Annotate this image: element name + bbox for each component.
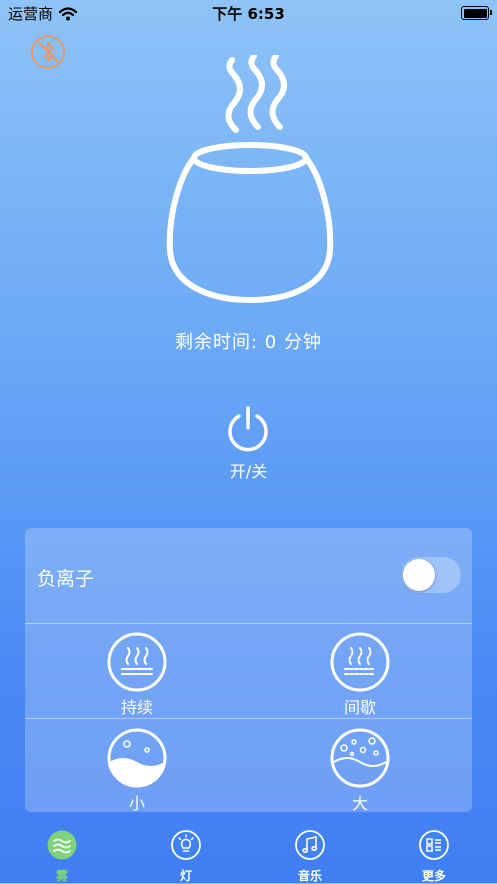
mode-large-label: 大 xyxy=(351,794,368,812)
tab-light-label: 灯 xyxy=(179,869,192,883)
negative-ion-label: 负离子 xyxy=(37,568,95,590)
mode-continuous-label: 持续 xyxy=(120,698,153,717)
power-icon[interactable] xyxy=(224,404,272,452)
tab-music[interactable]: 音乐 xyxy=(270,830,350,883)
tab-bar: 雾 灯 音乐 更多 xyxy=(0,820,497,883)
negative-ion-toggle[interactable] xyxy=(401,557,461,593)
intermittent-mist-icon xyxy=(330,632,390,692)
tab-more-label: 更多 xyxy=(421,869,446,883)
negative-ion-row: 负离子 xyxy=(25,528,472,623)
mode-intermittent-button[interactable]: 间歇 xyxy=(300,624,420,717)
tab-light[interactable]: 灯 xyxy=(146,830,226,883)
continuous-mist-icon xyxy=(107,632,167,692)
mode-intermittent-label: 间歇 xyxy=(343,698,376,717)
bluetooth-off-icon[interactable] xyxy=(30,34,66,70)
divider xyxy=(25,718,472,719)
lightbulb-icon xyxy=(171,830,201,860)
tab-more[interactable]: 更多 xyxy=(394,830,474,883)
more-icon xyxy=(419,830,449,860)
tab-mist[interactable]: 雾 xyxy=(22,830,102,883)
mode-large-button[interactable]: 大 xyxy=(300,720,420,812)
toggle-knob xyxy=(403,559,435,591)
remaining-time-label: 剩余时间: 0 分钟 xyxy=(175,332,322,353)
status-time: 下午 6:53 xyxy=(212,5,285,23)
music-note-icon xyxy=(295,830,325,860)
mode-small-button[interactable]: 小 xyxy=(77,720,197,812)
mode-continuous-button[interactable]: 持续 xyxy=(77,624,197,717)
diffuser-pot-icon xyxy=(166,55,334,304)
battery-icon xyxy=(461,6,492,20)
mist-icon xyxy=(47,830,77,860)
mode-small-label: 小 xyxy=(128,794,145,812)
control-panel: 负离子 持续 间歇 小 大 xyxy=(25,528,472,812)
small-mist-icon xyxy=(107,728,167,788)
power-label: 开/关 xyxy=(229,462,268,481)
tab-mist-label: 雾 xyxy=(55,869,68,883)
tab-music-label: 音乐 xyxy=(297,869,322,883)
large-mist-icon xyxy=(330,728,390,788)
status-bar: 运营商 下午 6:53 xyxy=(0,0,497,26)
